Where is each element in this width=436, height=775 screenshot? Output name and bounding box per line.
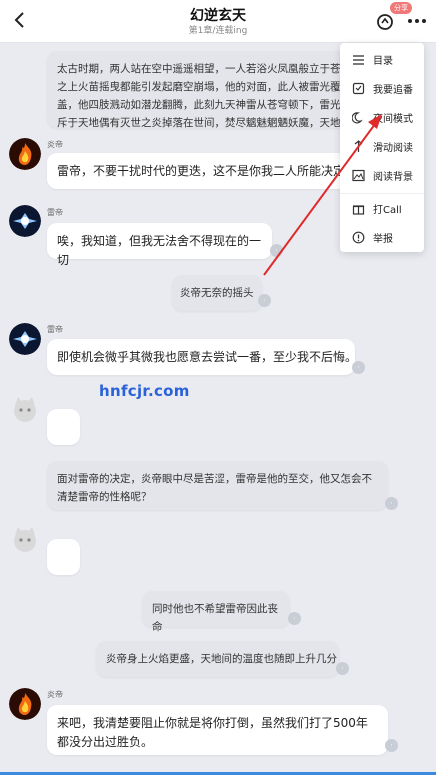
image-icon [351, 169, 365, 183]
avatar-default[interactable] [9, 523, 41, 555]
lightning-avatar-icon [9, 205, 41, 237]
message-bubble: 雷帝，不要干扰时代的更迭，这不是你我二人所能决定的 [47, 153, 371, 189]
message-text: 雷帝，不要干扰时代的更迭，这不是你我二人所能决定的 [57, 164, 358, 178]
narration-text: 太古时期，两人站在空中遥遥相望，一人若浴火凤凰般立于苍穹之上火苗摇曳都能引发起磨… [57, 63, 351, 128]
menu-label: 阅读背景 [373, 172, 413, 183]
message-text [47, 409, 80, 427]
message-text: 唉，我知道，但我无法舍不得现在的一切 [57, 234, 262, 267]
menu-label: 举报 [373, 234, 393, 245]
lightning-avatar-icon [9, 323, 41, 355]
speaker-name: 雷帝 [47, 208, 63, 217]
top-bar: 幻逆玄天 第1章/连载ing 分享 [0, 0, 436, 43]
menu-label: 我要追番 [373, 85, 413, 96]
read-indicator: · [270, 244, 283, 257]
narration-bubble: 炎帝无奈的摇头 [172, 275, 262, 311]
watermark-text: hnfcjr.com [99, 382, 190, 400]
read-indicator: · [385, 739, 398, 752]
more-button[interactable] [404, 10, 430, 32]
message-bubble [47, 539, 80, 575]
speaker-name: 炎帝 [47, 140, 63, 149]
cat-avatar-icon [14, 527, 36, 552]
more-menu: 目录 我要追番 夜间模式 滑动阅读 阅读背景 打Call 举报 [340, 43, 424, 252]
narration-text: 炎帝无奈的摇头 [180, 287, 254, 299]
message-text [47, 539, 80, 557]
narration-bubble: 面对雷帝的决定，炎帝眼中尽是苦涩，雷帝是他的至交，他又怎会不清楚雷帝的性格呢？ [47, 461, 388, 510]
narration-text: 面对雷帝的决定，炎帝眼中尽是苦涩，雷帝是他的至交，他又怎会不清楚雷帝的性格呢？ [57, 473, 372, 503]
avatar-leidi[interactable] [9, 323, 41, 355]
message-bubble: 来吧，我清楚要阻止你就是将你打倒，虽然我们打了500年都没分出过胜负。 [47, 705, 388, 755]
menu-item-follow[interactable]: 我要追番 [340, 74, 424, 103]
menu-label: 夜间模式 [373, 114, 413, 125]
menu-item-night-mode[interactable]: 夜间模式 [340, 103, 424, 132]
message-text: 来吧，我清楚要阻止你就是将你打倒，虽然我们打了500年都没分出过胜负。 [57, 716, 368, 749]
avatar-yandi[interactable] [9, 138, 41, 170]
moon-icon [351, 111, 365, 125]
read-indicator: · [336, 662, 349, 675]
menu-label: 目录 [373, 56, 393, 67]
narration-bubble: 同时他也不希望雷帝因此丧命 [142, 591, 290, 633]
menu-label: 滑动阅读 [373, 143, 413, 154]
menu-label: 打Call [373, 205, 402, 216]
message-bubble [47, 409, 80, 445]
read-indicator: · [352, 361, 365, 374]
message-bubble: 即使机会微乎其微我也愿意去尝试一番，至少我不后悔。 [47, 339, 355, 375]
speaker-name: 雷帝 [47, 325, 63, 334]
narration-bubble: 炎帝身上火焰更盛，天地间的温度也随即上升几分 [96, 641, 339, 677]
page-title: 幻逆玄天 [190, 8, 246, 24]
avatar-leidi[interactable] [9, 205, 41, 237]
narration-bubble: 太古时期，两人站在空中遥遥相望，一人若浴火凤凰般立于苍穹之上火苗摇曳都能引发起磨… [47, 51, 371, 128]
more-dots-icon [408, 19, 426, 23]
menu-item-swipe-read[interactable]: 滑动阅读 [340, 132, 424, 161]
cat-avatar-icon [14, 397, 36, 422]
read-indicator: · [385, 497, 398, 510]
read-indicator: · [258, 294, 271, 307]
gift-icon [351, 202, 365, 216]
avatar-yandi[interactable] [9, 688, 41, 720]
list-icon [351, 53, 365, 67]
avatar-default[interactable] [9, 393, 41, 425]
warning-icon [351, 231, 365, 245]
swipe-icon [351, 140, 365, 154]
message-text: 即使机会微乎其微我也愿意去尝试一番，至少我不后悔。 [57, 350, 355, 364]
fire-avatar-icon [9, 138, 41, 170]
menu-item-call[interactable]: 打Call [340, 194, 424, 223]
menu-item-report[interactable]: 举报 [340, 223, 424, 252]
speaker-name: 炎帝 [47, 690, 63, 699]
fire-avatar-icon [9, 688, 41, 720]
menu-item-catalog[interactable]: 目录 [340, 45, 424, 74]
read-indicator: · [288, 612, 301, 625]
bookmark-icon [351, 82, 365, 96]
narration-text: 同时他也不希望雷帝因此丧命 [152, 603, 278, 633]
narration-text: 炎帝身上火焰更盛，天地间的温度也随即上升几分 [106, 653, 337, 665]
message-bubble: 唉，我知道，但我无法舍不得现在的一切 [47, 223, 272, 267]
menu-item-background[interactable]: 阅读背景 [340, 161, 424, 190]
chapter-subtitle: 第1章/连载ing [188, 26, 248, 36]
